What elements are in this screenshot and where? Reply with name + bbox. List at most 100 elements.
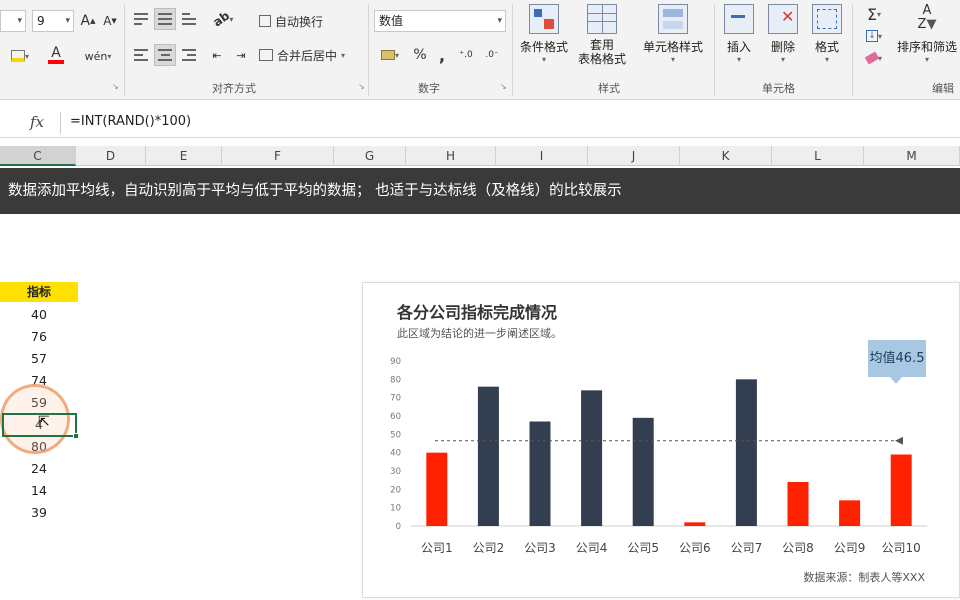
indicator-cell[interactable]: 39 [0,502,78,524]
x-tick-label: 公司4 [576,541,608,555]
fill-down-icon: ↓ [865,30,878,42]
indicator-cell[interactable]: 40 [0,304,78,326]
decrease-indent-icon: ⇤ [212,48,222,62]
formula-input[interactable]: =INT(RAND()*100) [70,114,191,129]
orientation-icon: ab [210,8,232,30]
chart-bar [529,421,551,526]
align-left-button[interactable] [130,44,152,66]
increase-indent-button[interactable]: ⇥ [230,44,252,66]
autosum-button[interactable]: Σ ▾ [858,4,890,24]
currency-icon [380,50,395,60]
wrap-text-button[interactable]: 自动换行 [258,10,338,32]
font-color-icon: A [51,45,61,61]
decrease-decimal-button[interactable]: .0⁻ [480,44,504,66]
y-tick-label: 70 [390,394,401,404]
chart-bar [426,452,448,526]
indicator-cell[interactable]: 14 [0,480,78,502]
column-header-j[interactable]: J [588,146,680,166]
alignment-group-launcher[interactable]: ↘ [358,82,365,91]
chart-bar [787,482,809,526]
decrease-indent-button[interactable]: ⇤ [206,44,228,66]
insert-cells-button[interactable]: 插入 ▾ [718,4,760,64]
column-header-m[interactable]: M [864,146,960,166]
sort-filter-button[interactable]: A Z▼ 排序和筛选 ▾ [894,4,960,64]
fill-button[interactable]: ↓ ▾ [858,26,890,46]
font-size-value: 9 [37,14,45,28]
x-tick-label: 公司6 [679,541,711,555]
column-header-e[interactable]: E [146,146,222,166]
increase-decimal-icon: ⁺.0 [459,50,473,60]
insert-function-button[interactable]: fx [30,113,44,131]
y-tick-label: 60 [390,412,401,422]
column-header-l[interactable]: L [772,146,864,166]
column-header-d[interactable]: D [76,146,146,166]
x-tick-label: 公司9 [834,541,866,555]
font-size-combo[interactable]: 9 ▾ [32,10,74,32]
fill-color-button[interactable]: ▾ [6,44,34,68]
align-top-icon [134,13,148,25]
orientation-button[interactable]: ab ▾ [206,8,240,30]
column-header-g[interactable]: G [334,146,406,166]
chart-bar [632,417,654,526]
clear-button[interactable]: ▾ [858,48,890,68]
chart-plot: 0 10 20 30 40 50 60 70 80 90 公司1 公司2 公司3 公司4 公司5 公司6 公司7… [390,357,927,555]
number-format-combo[interactable]: 数值 ▾ [374,10,506,32]
x-tick-label: 公司5 [627,541,659,555]
column-header-k[interactable]: K [680,146,772,166]
indicator-header-cell[interactable]: 指标 [0,282,78,302]
merge-center-icon [259,49,273,61]
grow-font-button[interactable]: A ▲ [78,10,98,32]
chart-container[interactable]: 各分公司指标完成情况 此区域为结论的进一步阐述区域。 0 10 20 30 40 50 60… [362,282,960,598]
column-header-i[interactable]: I [496,146,588,166]
font-color-button[interactable]: A [42,42,70,68]
x-tick-label: 公司3 [524,541,556,555]
comma-button[interactable]: , [434,44,450,66]
accounting-format-button[interactable]: ▾ [374,44,406,66]
editing-group-label: 编辑 [932,82,954,95]
conditional-format-button[interactable]: 条件格式 ▾ [516,4,572,64]
font-name-combo[interactable]: ▾ [0,10,26,32]
phonetic-icon: wén [84,49,108,63]
increase-indent-icon: ⇥ [236,48,246,62]
y-tick-label: 20 [390,485,401,495]
align-right-button[interactable] [178,44,200,66]
merge-center-button[interactable]: 合并后居中 ▾ [258,44,366,66]
column-header-h[interactable]: H [406,146,496,166]
indicator-cell[interactable]: 24 [0,458,78,480]
increase-decimal-button[interactable]: ⁺.0 [454,44,478,66]
y-tick-label: 30 [390,467,401,477]
align-bottom-button[interactable] [178,8,200,30]
phonetic-button[interactable]: wén ▾ [80,44,116,68]
format-cells-button[interactable]: 格式 ▾ [806,4,848,64]
average-line-marker [895,436,903,445]
font-group-launcher[interactable]: ↘ [112,82,119,91]
wrap-text-icon [259,15,271,27]
delete-cells-button[interactable]: ✕ 删除 ▾ [762,4,804,64]
chart-bar [890,454,912,526]
cells-group-label: 单元格 [762,82,795,95]
y-tick-label: 80 [390,375,401,385]
column-header-c[interactable]: C [0,146,76,166]
shrink-font-button[interactable]: A ▼ [100,10,120,32]
align-center-button[interactable] [154,44,176,66]
number-group-launcher[interactable]: ↘ [500,82,507,91]
fill-handle[interactable] [73,433,79,439]
cell-styles-button[interactable]: 单元格样式 ▾ [638,4,708,64]
x-tick-label: 公司2 [473,541,505,555]
column-header-f[interactable]: F [222,146,334,166]
y-tick-label: 0 [396,522,401,532]
paint-bucket-icon [10,50,25,62]
x-tick-label: 公司8 [782,541,814,555]
table-style-icon [587,4,617,34]
indicator-cell[interactable]: 57 [0,348,78,370]
chart-source: 数据来源：制表人等XXX [803,571,925,584]
x-tick-label: 公司10 [882,541,921,555]
insert-cells-icon [724,4,754,34]
indicator-cell[interactable]: 76 [0,326,78,348]
align-middle-button[interactable] [154,8,176,30]
percent-button[interactable]: % [410,44,430,66]
align-top-button[interactable] [130,8,152,30]
chart-bar [684,522,706,526]
format-as-table-button[interactable]: 套用 表格格式 [572,4,632,66]
number-group-label: 数字 [418,82,440,95]
